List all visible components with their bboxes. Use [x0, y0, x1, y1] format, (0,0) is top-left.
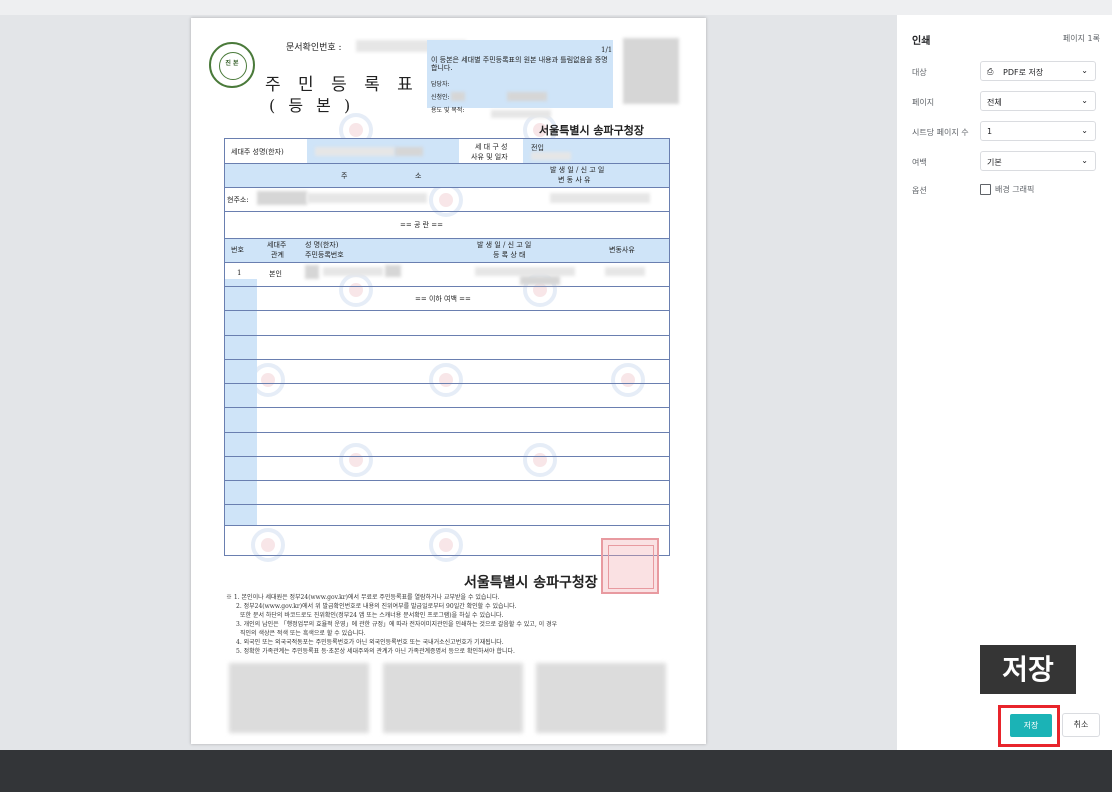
- taskbar: [0, 750, 1112, 792]
- confirm-number-label: 문서확인번호 :: [286, 43, 342, 53]
- redacted-barcode: [623, 38, 679, 104]
- destination-select[interactable]: ⎙ PDF로 저장 ⌄: [980, 61, 1096, 81]
- cancel-button[interactable]: 취소: [1062, 713, 1100, 737]
- left-band: [225, 279, 257, 525]
- footnotes: ※ 1. 본인이나 세대원은 정부24(www.gov.kr)에서 무료로 주민…: [226, 594, 558, 655]
- background-graphics-label: 배경 그래픽: [995, 185, 1035, 194]
- pages-select[interactable]: 전체 ⌄: [980, 91, 1096, 111]
- pages-per-sheet-label: 시트당 페이지 수: [912, 128, 969, 137]
- certification-box: 이 등본은 세대별 주민등록표의 원본 내용과 틀림없음을 증명합니다. 담당자…: [427, 40, 613, 114]
- official-stamp: [601, 538, 659, 594]
- margins-label: 여백: [912, 158, 927, 167]
- issuer-top: 서울특별시 송파구청장: [539, 124, 645, 137]
- chevron-down-icon: ⌄: [1081, 126, 1088, 135]
- column-band: [225, 238, 669, 262]
- document-page: 진 본 문서확인번호 : 주 민 등 록 표 ( 등 본 ) 이 등본은 세대별…: [191, 18, 706, 744]
- issuer-bottom: 서울특별시 송파구청장: [464, 575, 598, 591]
- redacted-barcode-bottom: [383, 663, 523, 733]
- document-subtitle: ( 등 본 ): [269, 96, 355, 115]
- page-count: 페이지 1록: [1062, 34, 1100, 43]
- chevron-down-icon: ⌄: [1081, 156, 1088, 165]
- chevron-down-icon: ⌄: [1081, 96, 1088, 105]
- chevron-down-icon: ⌄: [1081, 66, 1088, 75]
- save-callout: 저장: [980, 645, 1076, 694]
- panel-title: 인쇄: [912, 36, 931, 47]
- page-counter: 1/1: [601, 46, 613, 54]
- redacted-barcode-bottom: [536, 663, 666, 733]
- pages-label: 페이지: [912, 98, 935, 107]
- save-button[interactable]: 저장: [1010, 714, 1052, 737]
- destination-label: 대상: [912, 68, 927, 77]
- seal-icon: 진 본: [209, 42, 255, 88]
- redacted-barcode-bottom: [229, 663, 369, 733]
- printer-icon: ⎙: [987, 67, 994, 76]
- top-strip: [0, 0, 1112, 15]
- redacted-line: [491, 110, 551, 118]
- register-table: 세대주 성명(한자) 세 대 구 성 사유 및 일자 전입 주 소 발 생 일 …: [224, 138, 670, 556]
- options-label: 옵션: [912, 186, 927, 195]
- print-settings-panel: 인쇄 페이지 1록 대상 ⎙ PDF로 저장 ⌄ 페이지 전체 ⌄ 시트당 페이…: [897, 15, 1112, 750]
- background-graphics-checkbox[interactable]: [980, 184, 991, 195]
- margins-select[interactable]: 기본 ⌄: [980, 151, 1096, 171]
- pages-per-sheet-select[interactable]: 1 ⌄: [980, 121, 1096, 141]
